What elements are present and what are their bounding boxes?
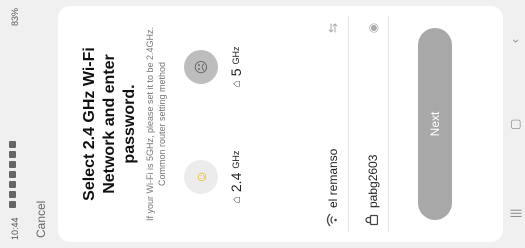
page-title: Select 2.4 GHz Wi-Fi Network and enter p… <box>81 47 138 201</box>
battery-level: 83% <box>10 8 20 27</box>
router-icon: ⌂ <box>229 196 243 204</box>
status-bar: 10:44 83% <box>0 0 30 248</box>
hint-text: If your Wi-Fi is 5GHz, please set it to … <box>144 24 168 224</box>
band-5-unit: GHz <box>231 46 241 65</box>
wifi-ssid-value: el remanso <box>326 148 340 208</box>
router-setting-link[interactable]: Common router setting method <box>156 24 168 224</box>
band-24ghz: ☺ ⌂ 2.4 GHz <box>184 132 284 222</box>
smile-icon: ☺ <box>184 160 218 194</box>
home-icon[interactable]: ▢ <box>508 119 522 130</box>
band-5ghz: ☹ ⌂ 5 GHz <box>184 22 284 112</box>
swap-icon[interactable]: ⇆ <box>326 16 340 40</box>
wifi-setup-card: Select 2.4 GHz Wi-Fi Network and enter p… <box>58 6 503 242</box>
status-notification-icons <box>8 98 20 208</box>
back-icon[interactable]: ‹ <box>508 39 522 43</box>
recent-apps-icon[interactable]: ||| <box>508 209 522 218</box>
band-5-number: 5 <box>228 68 244 77</box>
password-field[interactable]: pabg2603 <box>366 40 380 208</box>
router-icon: ⌂ <box>229 80 243 88</box>
password-row[interactable]: pabg2603 ◉ <box>358 16 389 232</box>
sad-icon: ☹ <box>184 50 218 84</box>
band-24-number: 2.4 <box>228 172 244 193</box>
cancel-button[interactable]: Cancel <box>34 201 48 238</box>
wifi-ssid-row[interactable]: el remanso ⇆ <box>318 16 349 232</box>
band-24-unit: GHz <box>231 150 241 169</box>
next-button[interactable]: Next <box>418 28 452 220</box>
lock-icon <box>365 208 381 232</box>
status-time: 10:44 <box>10 217 20 240</box>
hint-line-1: If your Wi-Fi is 5GHz, please set it to … <box>145 26 155 222</box>
system-navigation-bar: ||| ▢ ‹ <box>508 0 525 248</box>
band-comparison: ☺ ⌂ 2.4 GHz ☹ ⌂ 5 GHz <box>184 22 284 222</box>
wifi-icon <box>325 208 341 232</box>
eye-icon[interactable]: ◉ <box>366 16 380 40</box>
